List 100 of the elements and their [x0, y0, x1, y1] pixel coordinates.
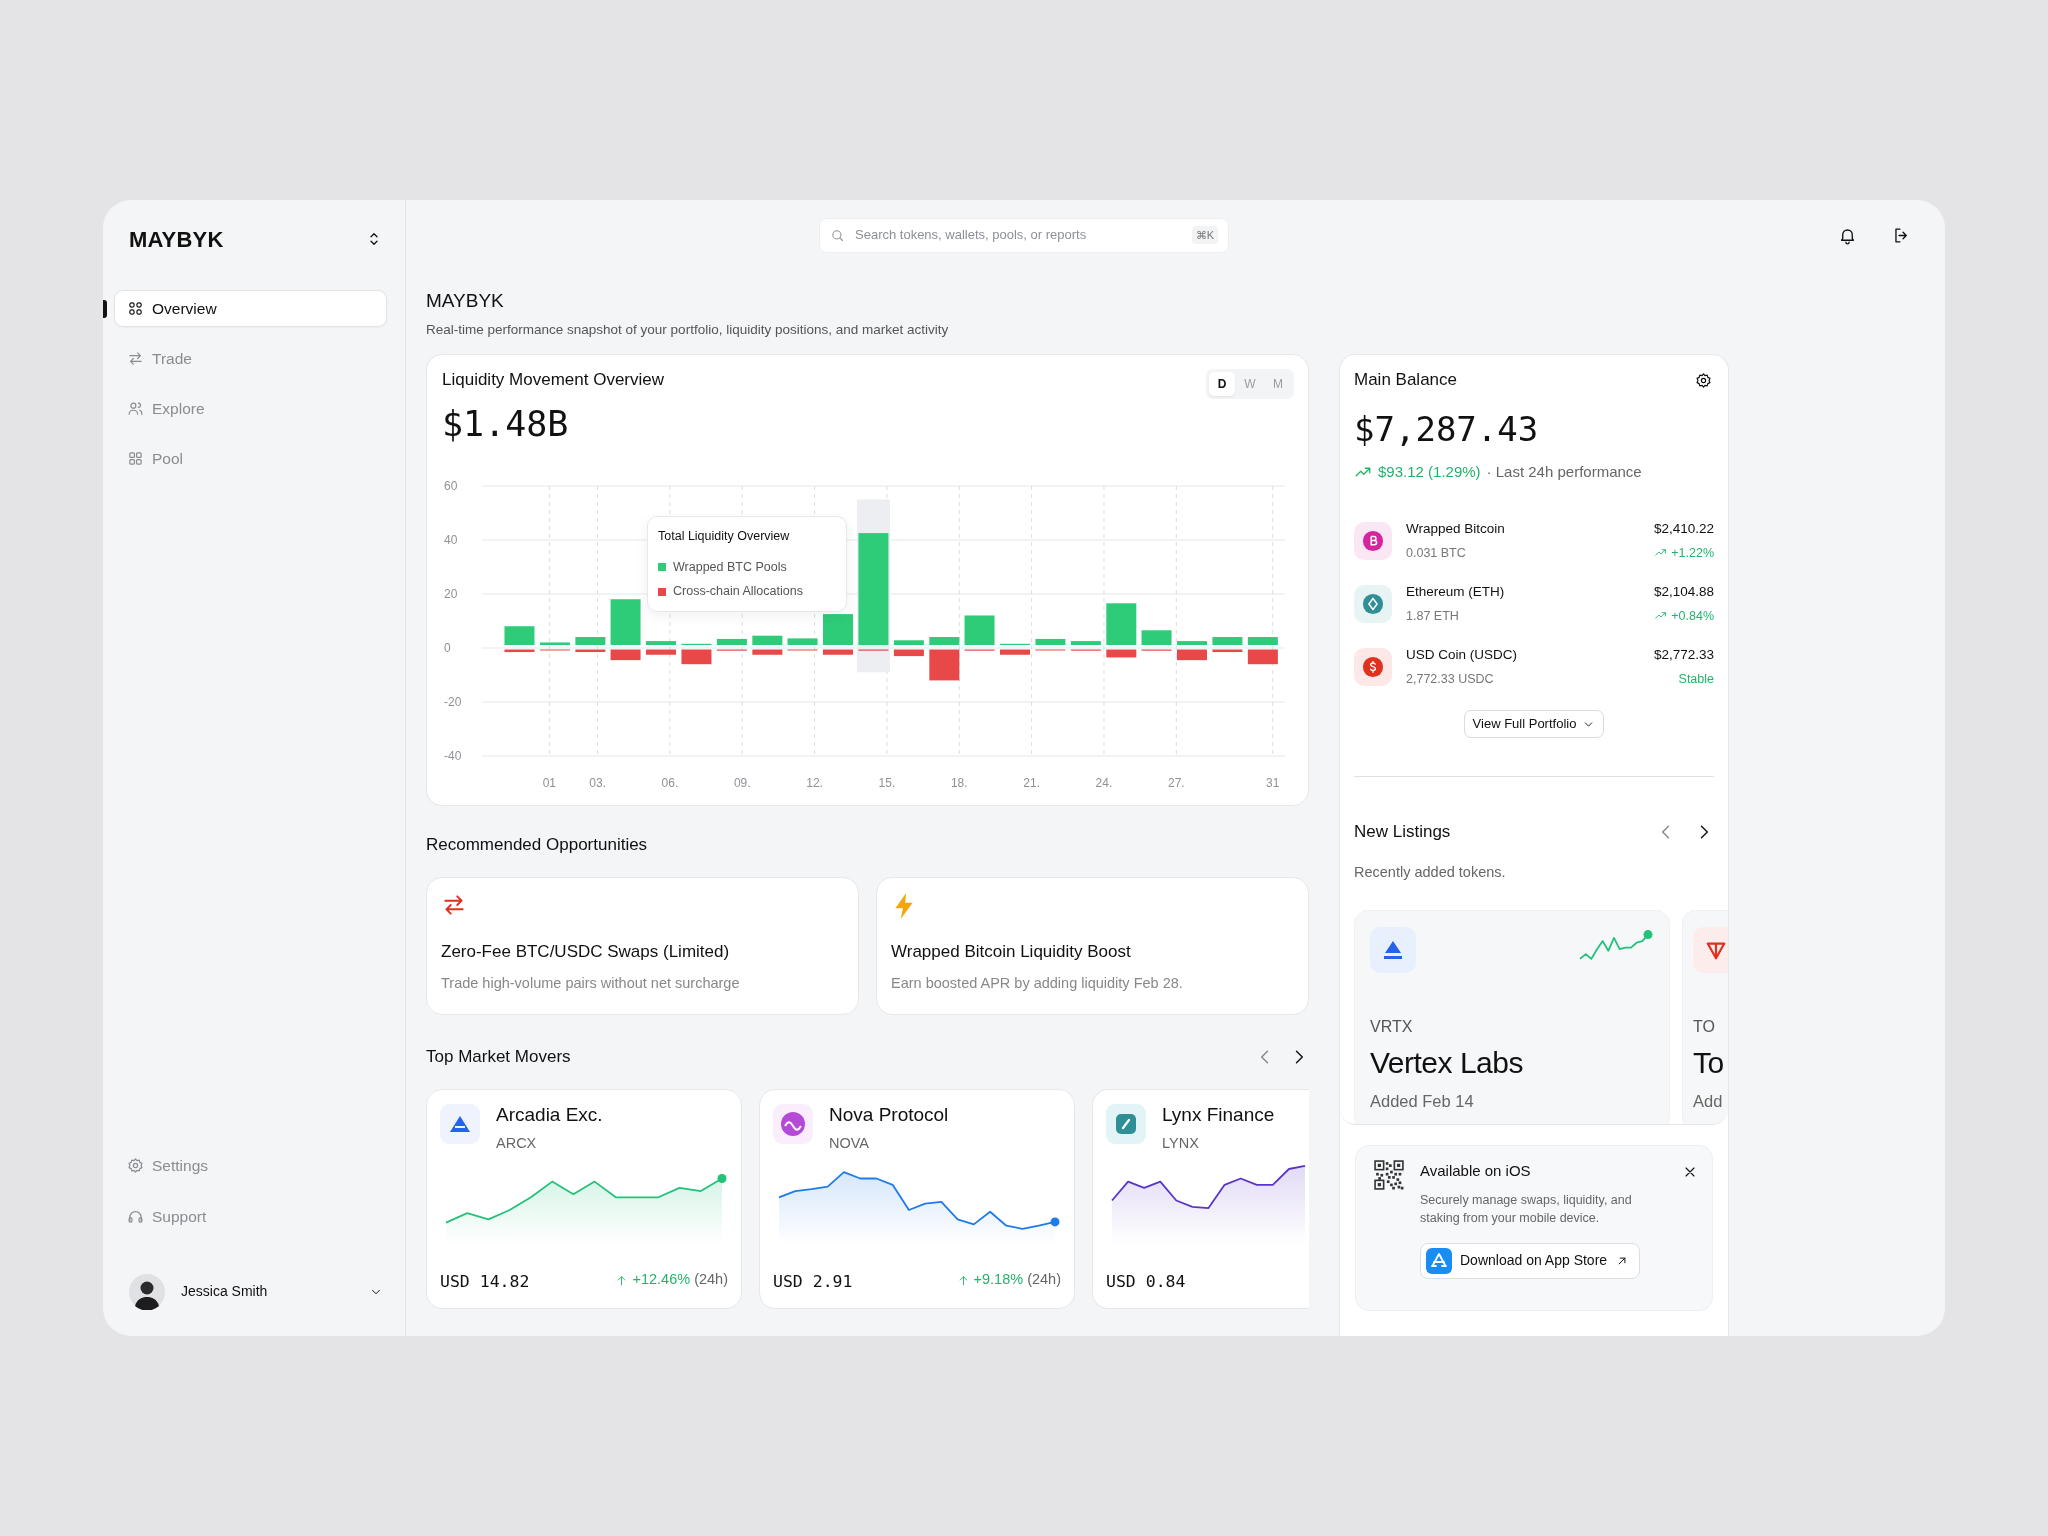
token-symbol: ARCX	[496, 1134, 538, 1154]
token-symbol: VRTX	[1370, 1017, 1414, 1038]
token-name: Vertex Labs	[1370, 1045, 1524, 1082]
period-tab[interactable]: D	[1209, 372, 1235, 397]
token-name: Arcadia Exc.	[496, 1104, 603, 1127]
opportunity-title: Zero-Fee BTC/USDC Swaps (Limited)	[441, 941, 731, 963]
settings-icon	[1695, 371, 1712, 389]
listing-card[interactable]: VRTX Vertex Labs Added Feb 14	[1354, 910, 1670, 1125]
search-field[interactable]: Search tokens, wallets, pools, or reports	[853, 224, 1184, 246]
opportunity-card[interactable]: Wrapped Bitcoin Liquidity Boost Earn boosted APR by adding liquidity Feb 28.	[876, 877, 1309, 1016]
view-portfolio-button[interactable]: View Full Portfolio	[1463, 710, 1605, 738]
asset-name: Ethereum (ETH)	[1406, 583, 1505, 602]
bar	[1106, 649, 1137, 658]
search-icon	[830, 227, 845, 243]
asset-status: Stable	[1678, 670, 1714, 688]
section-title: New Listings	[1354, 820, 1451, 843]
search-bar[interactable]: Search tokens, wallets, pools, or reports ⌘K	[819, 217, 1229, 253]
nav-item[interactable]: Overview	[114, 290, 387, 327]
bar	[539, 642, 570, 645]
axis-label: 21.	[1023, 775, 1040, 790]
token-symbol: LYNX	[1162, 1134, 1200, 1154]
opportunity-card[interactable]: Zero-Fee BTC/USDC Swaps (Limited) Trade high-volume pairs without net surcharge	[426, 877, 859, 1016]
bar	[1212, 649, 1243, 652]
market-mover-card[interactable]: Nova Protocol NOVA USD 2.91 +9.18% (24h)	[759, 1089, 1075, 1310]
market-mover-card[interactable]: Lynx Finance LYNX USD 0.84	[1092, 1089, 1309, 1310]
bar	[646, 649, 676, 655]
slash-logo-icon	[1114, 1112, 1138, 1137]
bar	[610, 599, 641, 645]
bar	[646, 640, 676, 645]
coin-icon	[780, 1111, 806, 1138]
axis-label: 20	[444, 586, 458, 601]
promo-text: Securely manage swaps, liquidity, and staking from your mobile device.	[1420, 1191, 1633, 1227]
listing-date: Added Feb 14	[1370, 1091, 1475, 1113]
bar	[893, 640, 924, 645]
asset-amount: 0.031 BTC	[1406, 544, 1467, 562]
bar	[1070, 640, 1101, 645]
token-name: To	[1693, 1045, 1725, 1082]
card-title: Liquidity Movement Overview	[442, 369, 665, 392]
asset-value: $2,772.33	[1653, 646, 1714, 665]
asset-amount: 2,772.33 USDC	[1406, 670, 1495, 688]
tooltip-title: Total Liquidity Overview	[658, 527, 791, 545]
bar	[1247, 636, 1278, 645]
token-name: Lynx Finance	[1162, 1104, 1275, 1127]
token-symbol: NOVA	[829, 1134, 871, 1154]
triangle-logo-icon	[448, 1114, 472, 1135]
bar	[716, 638, 747, 645]
axis-label: 06.	[661, 775, 679, 790]
change-note: · Last 24h performance	[1486, 461, 1642, 482]
bar	[929, 636, 960, 645]
bar	[893, 649, 924, 656]
app-store-button[interactable]: Download on App Store	[1420, 1242, 1641, 1279]
bar	[787, 638, 818, 645]
grid-icon	[127, 450, 144, 467]
bar	[823, 613, 853, 645]
balance-change: $93.12 (1.29%)	[1378, 461, 1481, 482]
asset-amount: 1.87 ETH	[1406, 607, 1460, 625]
bar	[823, 649, 853, 655]
qr-code-icon	[1374, 1160, 1404, 1191]
asset-change: +0.84%	[1671, 607, 1714, 625]
page-title: MAYBYK	[426, 289, 504, 313]
opportunity-title: Wrapped Bitcoin Liquidity Boost	[891, 941, 1132, 963]
swap-icon	[127, 350, 144, 367]
axis-label: -20	[444, 694, 462, 709]
bar	[504, 626, 535, 645]
bar	[1176, 640, 1207, 645]
asset-name: Wrapped Bitcoin	[1406, 520, 1505, 539]
bar	[1141, 630, 1172, 645]
shortcut-hint: ⌘K	[1191, 225, 1218, 245]
axis-label: 31	[1266, 775, 1280, 790]
triangle-logo-icon	[1705, 939, 1727, 961]
axis-label: 15.	[878, 775, 896, 790]
total-liquidity: $1.48B	[442, 402, 570, 445]
axis-label: 0	[444, 640, 451, 655]
bar	[1247, 649, 1278, 664]
bar	[752, 649, 783, 655]
bar	[1035, 638, 1066, 645]
token-price: USD 0.84	[1106, 1270, 1186, 1293]
asset-change: +1.22%	[1671, 544, 1714, 562]
balance-total: $7,287.43	[1354, 408, 1540, 449]
app-store-icon	[1426, 1247, 1452, 1274]
bar	[929, 649, 960, 681]
change-period: (24h)	[1027, 1270, 1061, 1290]
axis-label: 40	[444, 532, 458, 547]
bar	[575, 649, 606, 652]
logo-text: MAYBYK	[129, 225, 224, 254]
promo-title: Available on iOS	[1420, 1161, 1531, 1182]
section-title: Recommended Opportunities	[426, 834, 648, 857]
market-mover-card[interactable]: Arcadia Exc. ARCX USD 14.82 +12.46% (24h)	[426, 1089, 742, 1310]
listing-card[interactable]: TO To Add	[1682, 910, 1728, 1125]
bar	[752, 635, 783, 645]
axis-label: -40	[444, 748, 462, 763]
bar	[575, 636, 606, 645]
bar	[1000, 649, 1030, 655]
avatar	[129, 1273, 165, 1310]
price-change: +12.46%	[632, 1270, 691, 1290]
asset-value: $2,410.22	[1653, 520, 1714, 539]
bar	[1176, 649, 1207, 660]
bar	[1212, 636, 1243, 645]
legend-label: Cross-chain Allocations	[673, 583, 803, 601]
bar	[964, 615, 995, 645]
